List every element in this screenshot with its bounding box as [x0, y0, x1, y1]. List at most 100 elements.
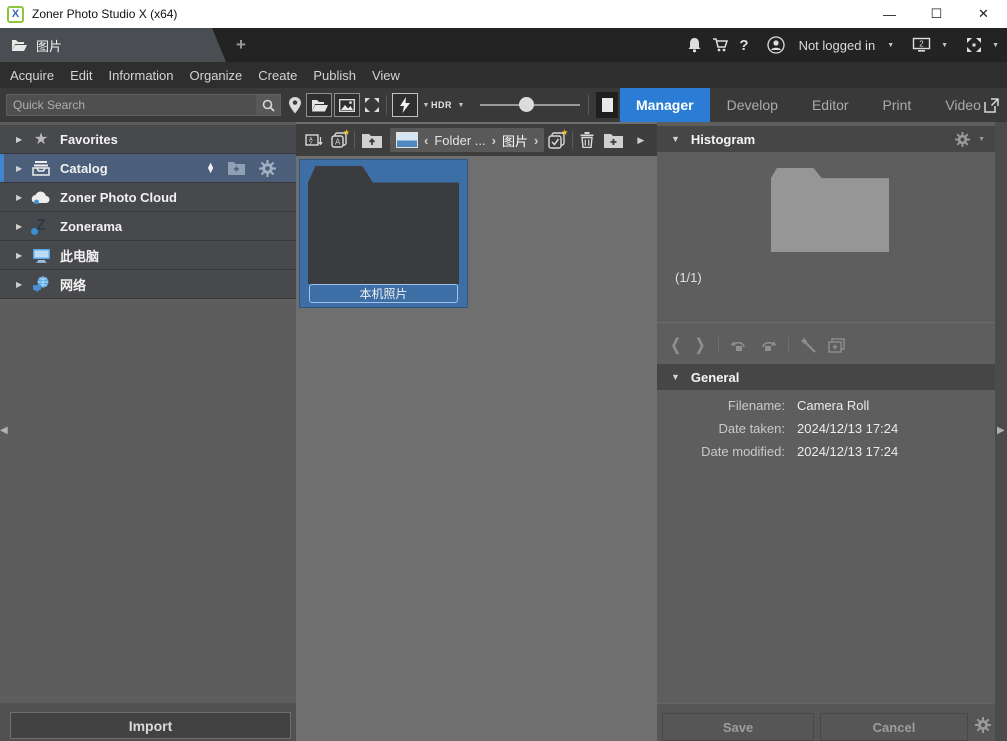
breadcrumb-back-icon[interactable]: ‹ [424, 133, 428, 148]
add-folder-icon[interactable] [228, 161, 246, 175]
filter-stack-icon[interactable]: A ★ [331, 132, 347, 148]
expand-chevron-icon[interactable]: ▶ [16, 251, 30, 260]
search-icon[interactable] [256, 95, 280, 115]
monitor-profile-icon[interactable]: 2 [912, 37, 931, 53]
title-bar: X Zoner Photo Studio X (x64) — ☐ ✕ [0, 0, 1007, 28]
menu-organize[interactable]: Organize [182, 62, 251, 88]
fullscreen-caret-icon[interactable]: ▼ [992, 42, 999, 49]
maximize-button[interactable]: ☐ [913, 0, 960, 28]
main-area: ▶ ★ Favorites ▶ Catalog ▲▼ [0, 122, 1007, 741]
breadcrumb-segment-folder[interactable]: Folder ... [434, 133, 485, 148]
fullscreen-preview-icon[interactable] [362, 93, 382, 117]
import-button[interactable]: Import [10, 712, 291, 739]
histogram-header[interactable]: ▼ Histogram ▼ [657, 126, 995, 152]
sidebar-item-zoner-photo-cloud[interactable]: ▶ Zoner Photo Cloud [0, 183, 296, 212]
module-manager[interactable]: Manager [620, 88, 710, 122]
tab-pictures[interactable]: 图片 [0, 28, 226, 62]
previous-icon[interactable]: ❬ [669, 335, 682, 355]
rotate-left-icon[interactable] [730, 338, 748, 353]
breadcrumb-segment-current[interactable]: 图片 [502, 131, 528, 150]
menu-create[interactable]: Create [250, 62, 305, 88]
search-input[interactable] [7, 98, 256, 112]
undock-external-icon[interactable] [982, 93, 1000, 117]
save-button[interactable]: Save [662, 713, 814, 741]
folder-up-icon[interactable] [362, 133, 382, 148]
panel-settings-gear-icon[interactable] [975, 717, 991, 733]
sidebar-item-zonerama[interactable]: ▶ Z Zonerama [0, 212, 296, 241]
add-to-stack-icon[interactable] [828, 338, 845, 353]
expand-right-panel-icon[interactable]: ▶ [997, 425, 1005, 436]
account-icon[interactable] [767, 36, 785, 54]
sidebar-item-network[interactable]: ▶ 网络 [0, 270, 296, 299]
new-tab-button[interactable]: + [231, 35, 251, 55]
quick-search-box[interactable] [6, 94, 281, 116]
network-icon [30, 275, 52, 293]
slider-thumb[interactable] [519, 97, 534, 112]
cancel-button[interactable]: Cancel [820, 713, 968, 741]
preview-panel-toggle[interactable] [596, 92, 618, 118]
menu-acquire[interactable]: Acquire [2, 62, 62, 88]
folder-shape-icon [308, 166, 459, 284]
save-cancel-bar: Save Cancel [657, 703, 995, 741]
collapse-triangle-icon[interactable]: ▼ [671, 134, 680, 144]
folder-thumbnail-icon[interactable] [396, 132, 418, 148]
sidebar-item-this-pc[interactable]: ▶ 此电脑 [0, 241, 296, 270]
auto-enhance-wand-icon[interactable] [800, 337, 817, 354]
folder-tab-icon [10, 38, 28, 52]
info-row-filename: Filename: Camera Roll [657, 398, 995, 413]
delete-trash-icon[interactable] [580, 132, 594, 148]
more-tools-icon[interactable]: ▶ [637, 135, 644, 146]
window-title: Zoner Photo Studio X (x64) [32, 7, 177, 21]
sidebar-item-catalog[interactable]: ▶ Catalog ▲▼ [0, 154, 296, 183]
module-print[interactable]: Print [866, 88, 929, 122]
new-folder-icon[interactable] [604, 133, 623, 148]
sort-az-icon[interactable]: AZ [305, 132, 323, 148]
account-status-label[interactable]: Not logged in [799, 38, 876, 53]
breadcrumb-chevron-icon[interactable]: › [492, 133, 496, 148]
fullscreen-icon[interactable] [966, 37, 982, 53]
expand-chevron-icon[interactable]: ▶ [16, 164, 30, 173]
folder-browser: AZ A ★ ‹ Folder ... › 图片 › [296, 122, 657, 741]
module-editor[interactable]: Editor [795, 88, 866, 122]
expand-chevron-icon[interactable]: ▶ [16, 193, 30, 202]
hdr-label[interactable]: HDR [431, 100, 452, 110]
account-caret-icon[interactable]: ▼ [887, 42, 894, 49]
next-icon[interactable]: ❭ [693, 335, 706, 355]
help-icon[interactable]: ? [739, 37, 748, 54]
collapsed-right-panel[interactable]: ▶ [995, 122, 1007, 741]
quick-edits-flash-icon[interactable] [392, 93, 418, 117]
breadcrumb-chevron-icon[interactable]: › [534, 133, 538, 148]
cloud-icon [30, 188, 52, 206]
rotate-right-icon[interactable] [759, 338, 777, 353]
app-logo-icon: X [7, 6, 24, 23]
menu-information[interactable]: Information [100, 62, 181, 88]
notifications-bell-icon[interactable] [687, 37, 702, 53]
sidebar-item-favorites[interactable]: ▶ ★ Favorites [0, 125, 296, 154]
menu-edit[interactable]: Edit [62, 62, 100, 88]
preview-image-icon[interactable] [334, 93, 360, 117]
browse-folder-icon[interactable] [306, 93, 332, 117]
general-header[interactable]: ▼ General [657, 364, 995, 390]
expand-chevron-icon[interactable]: ▶ [16, 280, 30, 289]
browser-toolbar: AZ A ★ ‹ Folder ... › 图片 › [296, 124, 657, 156]
collapse-sidebar-icon[interactable]: ◀ [0, 425, 8, 436]
menu-view[interactable]: View [364, 62, 408, 88]
sort-order-icon[interactable]: ▲▼ [206, 163, 215, 173]
catalog-settings-gear-icon[interactable] [259, 160, 276, 177]
shop-cart-icon[interactable] [712, 37, 729, 53]
show-subfolders-icon[interactable]: ★ [548, 132, 565, 149]
folder-tile-camera-roll[interactable]: 本机照片 [299, 159, 468, 308]
hdr-caret-icon[interactable]: ▼ [456, 93, 466, 117]
gps-pin-icon[interactable] [288, 93, 302, 117]
minimize-button[interactable]: — [866, 0, 913, 28]
module-develop[interactable]: Develop [710, 88, 795, 122]
histogram-caret-icon[interactable]: ▼ [978, 136, 985, 143]
close-button[interactable]: ✕ [960, 0, 1007, 28]
expand-chevron-icon[interactable]: ▶ [16, 222, 30, 231]
menu-publish[interactable]: Publish [305, 62, 364, 88]
monitor-caret-icon[interactable]: ▼ [941, 42, 948, 49]
collapse-triangle-icon[interactable]: ▼ [671, 372, 680, 382]
expand-chevron-icon[interactable]: ▶ [16, 135, 30, 144]
flash-caret-icon[interactable]: ▼ [421, 93, 431, 117]
histogram-settings-gear-icon[interactable] [955, 132, 970, 147]
